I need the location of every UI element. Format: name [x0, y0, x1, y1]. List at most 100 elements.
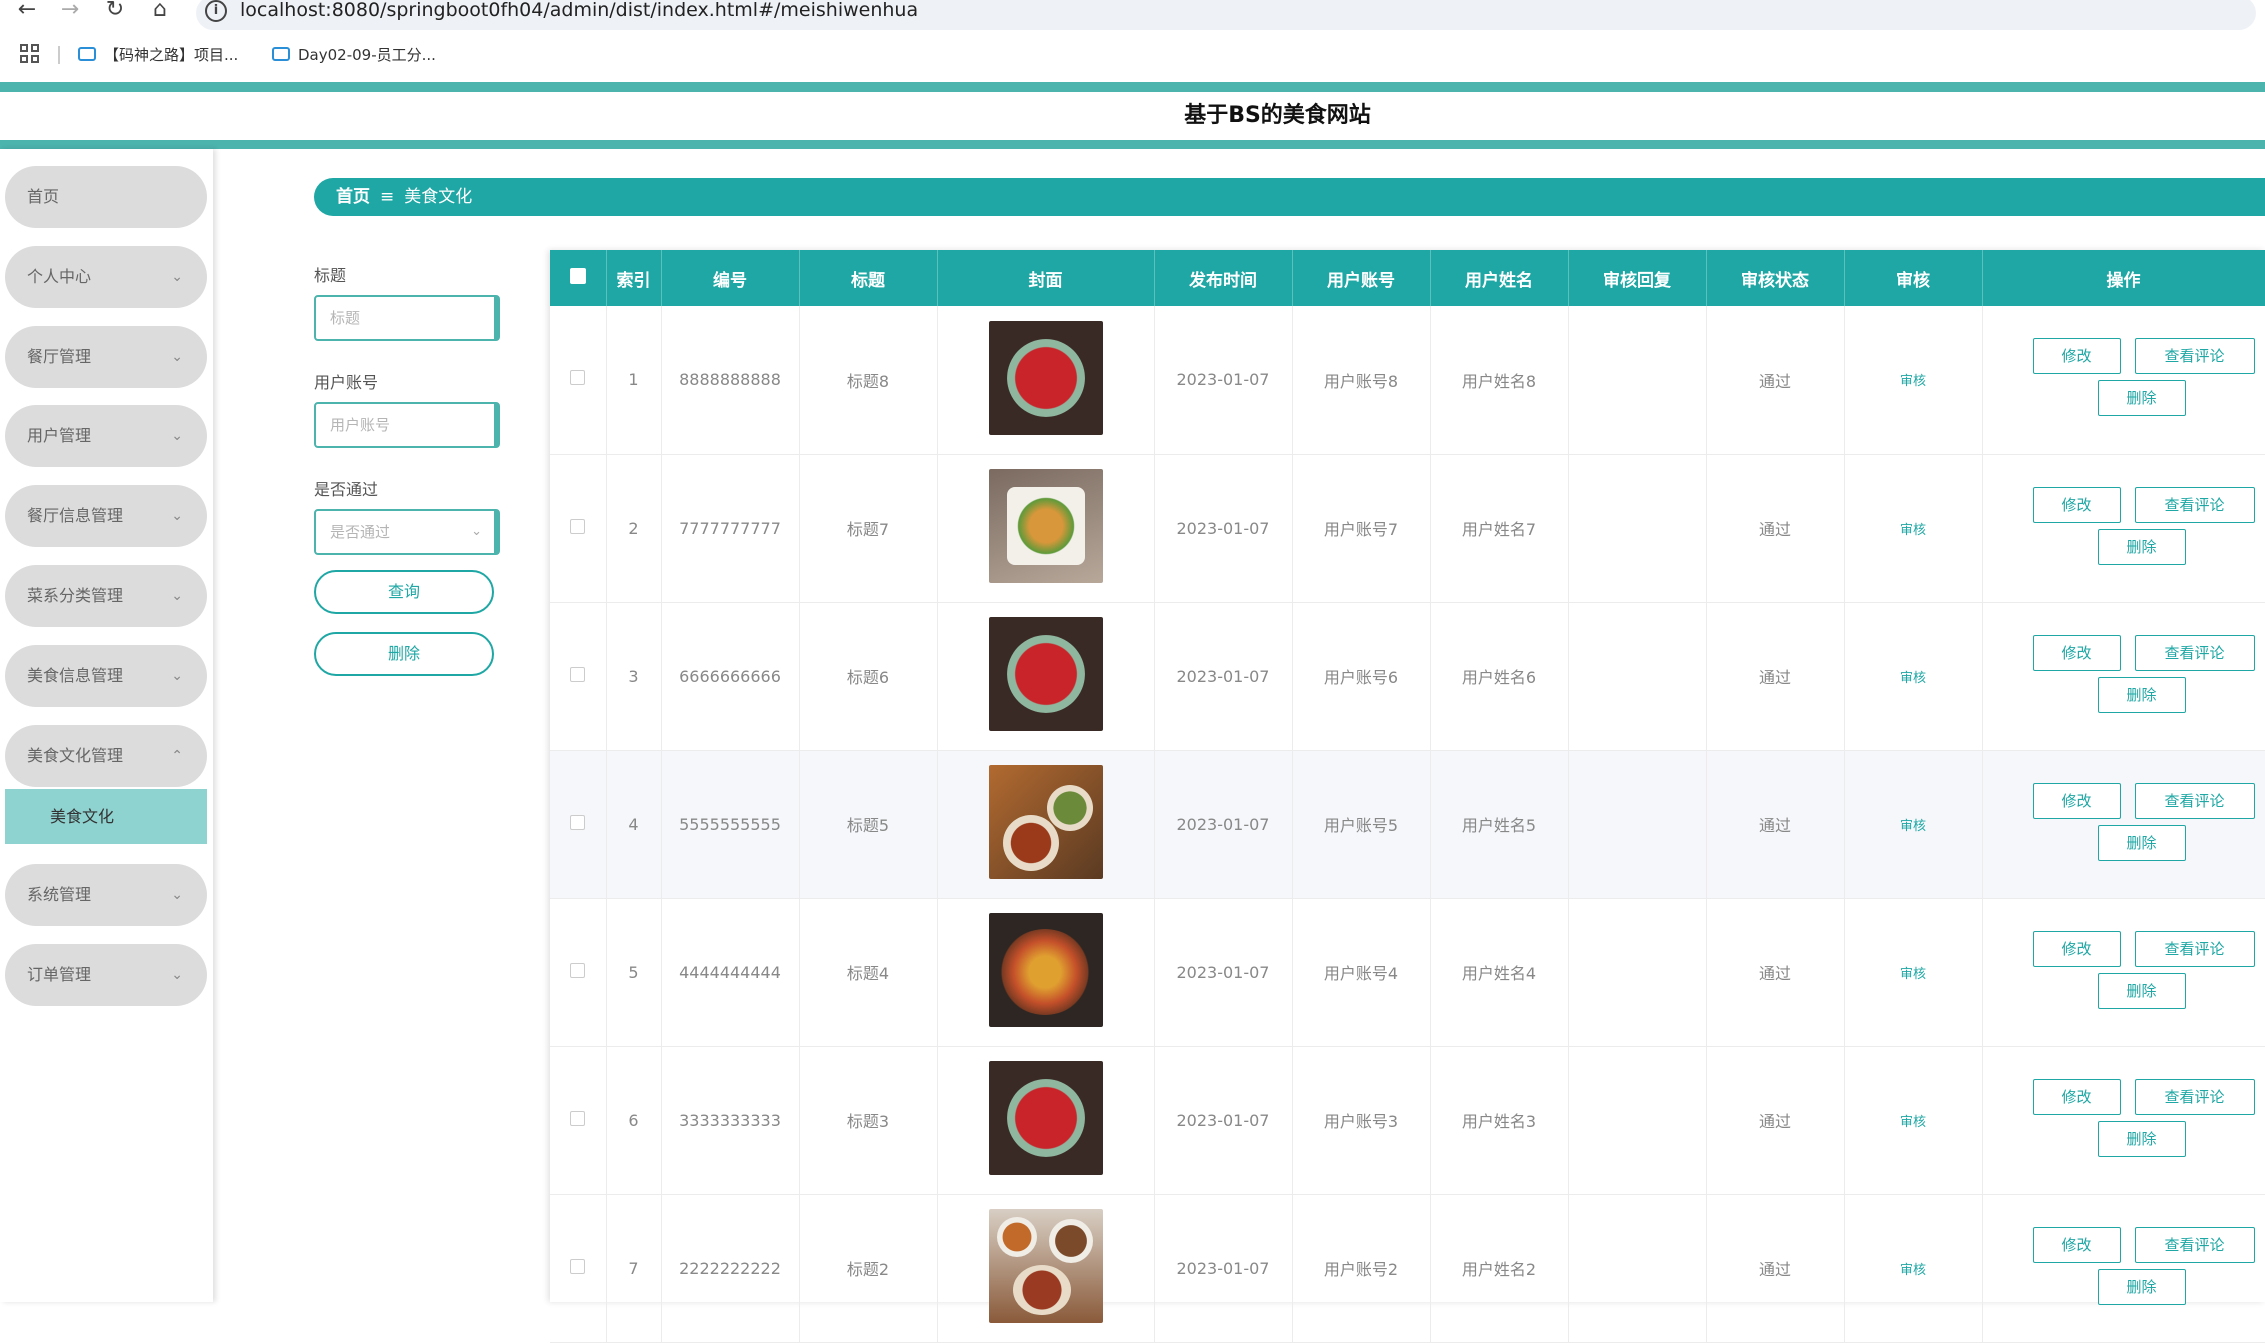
delete-button[interactable]: 删除: [2097, 972, 2186, 1009]
view-comments-button[interactable]: 查看评论: [2134, 486, 2255, 523]
delete-button[interactable]: 删除: [2097, 528, 2186, 565]
header-cover: 封面: [937, 250, 1155, 306]
view-comments-button[interactable]: 查看评论: [2134, 1226, 2255, 1263]
delete-button[interactable]: 删除: [2097, 380, 2186, 416]
cover-image[interactable]: [988, 765, 1103, 879]
forward-arrow-icon[interactable]: →: [55, 0, 85, 22]
view-comments-button[interactable]: 查看评论: [2134, 1078, 2255, 1115]
edit-button[interactable]: 修改: [2032, 634, 2121, 671]
row-title: 标题7: [799, 454, 938, 603]
cover-image[interactable]: [988, 913, 1103, 1027]
table-row: 1 8888888888 标题8 2023-01-07 用户账号8 用户姓名8 …: [550, 306, 2265, 455]
reload-icon[interactable]: ↻: [100, 0, 130, 22]
home-icon[interactable]: ⌂: [145, 0, 175, 22]
view-comments-button[interactable]: 查看评论: [2134, 930, 2255, 967]
audit-link[interactable]: 审核: [1900, 523, 1926, 538]
query-button[interactable]: 查询: [314, 570, 494, 614]
row-checkbox[interactable]: [570, 518, 586, 534]
delete-button[interactable]: 删除: [2097, 1120, 2186, 1157]
row-actions: 修改 查看评论 删除: [1982, 1194, 2265, 1343]
row-code: 3333333333: [661, 1046, 800, 1195]
row-index: 2: [606, 454, 662, 603]
table-row: 4 5555555555 标题5 2023-01-07 用户账号5 用户姓名5 …: [550, 750, 2265, 899]
view-comments-button[interactable]: 查看评论: [2134, 634, 2255, 671]
cover-image[interactable]: [988, 1209, 1103, 1323]
cover-image[interactable]: [988, 1061, 1103, 1175]
sidebar-item-system[interactable]: 系统管理 ⌄: [5, 864, 207, 926]
title-filter-input[interactable]: 标题: [314, 295, 500, 341]
view-comments-button[interactable]: 查看评论: [2134, 782, 2255, 819]
row-checkbox[interactable]: [570, 1258, 586, 1274]
header-account: 用户账号: [1292, 250, 1431, 306]
audit-link[interactable]: 审核: [1900, 1115, 1926, 1130]
bookmark-item[interactable]: Day02-09-员工分...: [272, 44, 436, 66]
table-row: 7 2222222222 标题2 2023-01-07 用户账号2 用户姓名2 …: [550, 1194, 2265, 1343]
select-all-header[interactable]: [550, 250, 607, 306]
cover-image[interactable]: [988, 320, 1103, 435]
row-name: 用户姓名2: [1430, 1194, 1569, 1343]
sidebar-item-food-culture[interactable]: 美食文化管理 ⌃: [5, 725, 207, 787]
audit-link[interactable]: 审核: [1900, 819, 1926, 834]
batch-delete-button[interactable]: 删除: [314, 632, 494, 676]
sidebar-item-cuisine-category[interactable]: 菜系分类管理 ⌄: [5, 565, 207, 627]
audit-link[interactable]: 审核: [1900, 967, 1926, 982]
row-checkbox[interactable]: [570, 370, 586, 386]
sidebar-item-restaurant-info[interactable]: 餐厅信息管理 ⌄: [5, 485, 207, 547]
row-actions: 修改 查看评论 删除: [1982, 898, 2265, 1047]
view-comments-button[interactable]: 查看评论: [2134, 338, 2255, 374]
sidebar-item-food-info[interactable]: 美食信息管理 ⌄: [5, 645, 207, 707]
row-status: 通过: [1706, 602, 1845, 751]
delete-button[interactable]: 删除: [2097, 824, 2186, 861]
row-reply: [1568, 1194, 1707, 1343]
sidebar-item-restaurant[interactable]: 餐厅管理 ⌄: [5, 326, 207, 388]
row-code: 6666666666: [661, 602, 800, 751]
header-title: 标题: [799, 250, 938, 306]
sidebar-item-users[interactable]: 用户管理 ⌄: [5, 405, 207, 467]
row-checkbox[interactable]: [570, 1110, 586, 1126]
row-checkbox[interactable]: [570, 962, 586, 978]
cover-image[interactable]: [988, 617, 1103, 731]
row-audit: 审核: [1844, 454, 1983, 603]
site-info-icon[interactable]: i: [205, 0, 227, 22]
audit-link[interactable]: 审核: [1900, 1263, 1926, 1278]
pass-filter-select[interactable]: 是否通过 ⌄: [314, 509, 500, 555]
edit-button[interactable]: 修改: [2032, 782, 2121, 819]
breadcrumb-home[interactable]: 首页: [336, 187, 370, 207]
row-select: [550, 602, 607, 751]
table-row: 6 3333333333 标题3 2023-01-07 用户账号3 用户姓名3 …: [550, 1046, 2265, 1195]
row-checkbox[interactable]: [570, 666, 586, 682]
edit-button[interactable]: 修改: [2032, 1226, 2121, 1263]
edit-button[interactable]: 修改: [2032, 486, 2121, 523]
audit-link[interactable]: 审核: [1900, 671, 1926, 686]
header-name: 用户姓名: [1430, 250, 1569, 306]
sidebar-item-personal-center[interactable]: 个人中心 ⌄: [5, 246, 207, 308]
row-account: 用户账号4: [1292, 898, 1431, 1047]
delete-button[interactable]: 删除: [2097, 1268, 2186, 1305]
row-account: 用户账号5: [1292, 750, 1431, 899]
audit-link[interactable]: 审核: [1900, 374, 1926, 389]
cover-image[interactable]: [988, 469, 1103, 583]
sidebar-subitem-food-culture[interactable]: 美食文化: [5, 789, 207, 844]
account-filter-input[interactable]: 用户账号: [314, 402, 500, 448]
tv-icon: [78, 46, 96, 61]
delete-button[interactable]: 删除: [2097, 676, 2186, 713]
edit-button[interactable]: 修改: [2032, 1078, 2121, 1115]
row-account: 用户账号3: [1292, 1046, 1431, 1195]
breadcrumb-current: 美食文化: [404, 187, 473, 207]
select-all-checkbox[interactable]: [569, 267, 586, 284]
row-date: 2023-01-07: [1154, 306, 1293, 455]
app-title: 基于BS的美食网站: [1184, 103, 1371, 128]
row-index: 3: [606, 602, 662, 751]
edit-button[interactable]: 修改: [2032, 338, 2121, 374]
url-text[interactable]: localhost:8080/springboot0fh04/admin/dis…: [240, 0, 918, 22]
back-arrow-icon[interactable]: ←: [12, 0, 42, 22]
apps-grid-icon[interactable]: [20, 44, 40, 64]
row-title: 标题3: [799, 1046, 938, 1195]
sidebar-item-orders[interactable]: 订单管理 ⌄: [5, 944, 207, 1006]
edit-button[interactable]: 修改: [2032, 930, 2121, 967]
row-date: 2023-01-07: [1154, 1046, 1293, 1195]
row-checkbox[interactable]: [570, 814, 586, 830]
sidebar-item-home[interactable]: 首页: [5, 166, 207, 228]
header-audit: 审核: [1844, 250, 1983, 306]
bookmark-item[interactable]: 【码神之路】项目...: [78, 44, 238, 66]
